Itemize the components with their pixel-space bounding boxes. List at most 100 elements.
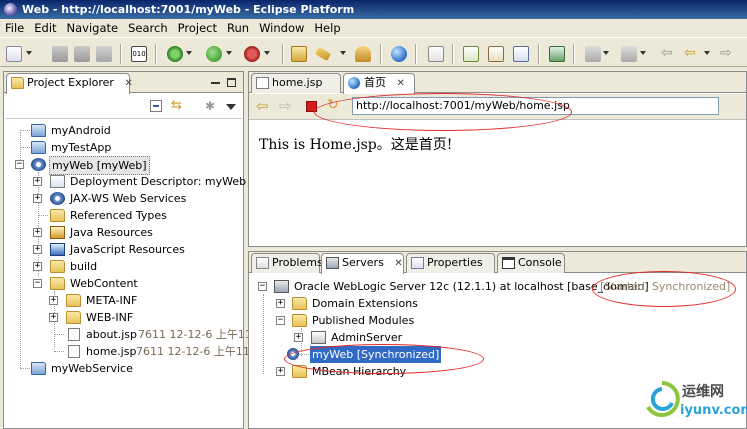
tab-home-jsp[interactable]: home.jsp (251, 73, 341, 93)
expand-toggle[interactable]: + (49, 296, 58, 305)
collapse-toggle[interactable]: − (33, 279, 42, 288)
menu-project[interactable]: Project (177, 21, 223, 35)
expand-toggle[interactable]: + (49, 313, 58, 322)
run-dropdown-icon[interactable] (226, 51, 232, 55)
new-package-icon[interactable] (488, 46, 504, 62)
tab-home-page-label: 首页 (364, 76, 386, 89)
tab-project-explorer[interactable]: Project Explorer ✕ (6, 73, 133, 94)
menu-search[interactable]: Search (127, 21, 174, 35)
expand-toggle[interactable]: + (33, 177, 42, 186)
main-toolbar: 010 ⇦ ⇦ ⇨ (0, 37, 747, 67)
java-resources-icon (50, 226, 65, 239)
filter-icon[interactable]: ✱ (205, 100, 217, 112)
watermark-text-url: iyunv.com (680, 403, 747, 418)
debug-icon[interactable] (167, 46, 183, 62)
module-icon (311, 331, 326, 344)
open-type-icon[interactable] (355, 46, 371, 62)
tab-problems-label: Problems (272, 256, 323, 269)
url-highlight-oval (314, 93, 572, 131)
properties-icon (411, 257, 424, 269)
tree-item-label: home.jsp (86, 345, 137, 358)
new-class-icon[interactable] (463, 46, 479, 62)
last-edit-icon[interactable]: ⇦ (661, 46, 677, 62)
tree-item-label: Java Resources (70, 226, 153, 239)
back-dropdown-icon[interactable] (704, 51, 710, 55)
new-dropdown-icon[interactable] (26, 51, 32, 55)
tab-home-page[interactable]: 首页 ✕ (343, 73, 415, 94)
page-content: This is Home.jsp。这是首页! (259, 137, 453, 153)
folder-icon (66, 294, 81, 307)
folder-open-icon (50, 277, 65, 290)
problems-icon (256, 257, 269, 269)
pencil-dropdown-icon[interactable] (340, 51, 346, 55)
external-tools-icon[interactable] (244, 46, 260, 62)
pencil-icon[interactable] (314, 47, 332, 61)
toolbar-separator (380, 44, 382, 64)
expand-toggle[interactable]: + (33, 262, 42, 271)
bottom-tabstrip: Problems Servers ✕ Properties Console (249, 252, 746, 274)
web-browser-icon[interactable] (391, 46, 407, 62)
tab-servers-label: Servers (342, 256, 384, 269)
previous-annotation-dropdown-icon[interactable] (640, 51, 646, 55)
tab-properties-label: Properties (427, 256, 483, 269)
open-folder-icon[interactable] (291, 46, 307, 62)
menu-file[interactable]: File (4, 21, 30, 35)
save-all-icon[interactable] (74, 46, 90, 62)
debug-dropdown-icon[interactable] (186, 51, 192, 55)
search-icon[interactable] (549, 46, 565, 62)
tab-servers[interactable]: Servers ✕ (321, 253, 404, 274)
expand-toggle[interactable]: + (276, 367, 285, 376)
new-icon[interactable] (6, 46, 22, 62)
tab-properties[interactable]: Properties (406, 253, 495, 273)
menu-run[interactable]: Run (226, 21, 255, 35)
web-services-icon (50, 192, 65, 205)
tree-item-label: META-INF (86, 294, 138, 307)
menu-window[interactable]: Window (258, 21, 310, 35)
back-icon[interactable]: ⇦ (684, 46, 700, 62)
close-icon[interactable]: ✕ (397, 75, 405, 93)
link-with-editor-icon[interactable]: ⇆ (171, 98, 187, 114)
web-project-icon (31, 158, 46, 171)
save-icon[interactable] (52, 46, 68, 62)
collapse-toggle[interactable]: − (15, 160, 24, 169)
expand-toggle[interactable]: + (33, 194, 42, 203)
back-arrow-icon[interactable]: ⇦ (256, 97, 269, 115)
collapse-toggle[interactable]: − (258, 282, 267, 291)
maximize-icon[interactable] (227, 78, 236, 87)
view-menu-chevron-down-icon[interactable] (226, 104, 236, 110)
collapse-toggle[interactable]: − (276, 316, 285, 325)
minimize-icon[interactable] (211, 82, 220, 84)
toolbar-separator (573, 44, 575, 64)
expand-toggle[interactable]: + (33, 228, 42, 237)
jsp-file-icon (256, 77, 269, 89)
next-annotation-dropdown-icon[interactable] (603, 51, 609, 55)
menu-help[interactable]: Help (313, 21, 346, 35)
folder-icon (292, 297, 307, 310)
close-icon[interactable]: ✕ (394, 255, 402, 273)
toolbar-separator (415, 44, 417, 64)
menu-edit[interactable]: Edit (33, 21, 62, 35)
close-icon[interactable]: ✕ (124, 75, 132, 93)
project-explorer-panel: Project Explorer ✕ ⇆ ✱ myAndroid myTestA… (3, 71, 252, 429)
run-icon[interactable] (206, 46, 222, 62)
tab-console[interactable]: Console (497, 253, 565, 273)
project-explorer-tabstrip: Project Explorer ✕ (4, 72, 243, 94)
toolbar-separator (452, 44, 454, 64)
javascript-resources-icon (50, 243, 65, 256)
expand-toggle[interactable]: + (33, 245, 42, 254)
external-tools-dropdown-icon[interactable] (264, 51, 270, 55)
forward-arrow-icon[interactable]: ⇨ (279, 97, 292, 115)
tab-problems[interactable]: Problems (251, 253, 323, 273)
print-icon[interactable] (96, 46, 112, 62)
new-server-icon[interactable] (428, 46, 444, 62)
folder-icon (50, 209, 65, 222)
new-web-icon[interactable] (513, 46, 529, 62)
menu-navigate[interactable]: Navigate (66, 21, 125, 35)
binary-icon[interactable]: 010 (131, 46, 147, 62)
previous-annotation-icon[interactable] (621, 46, 637, 62)
next-annotation-icon[interactable] (585, 46, 601, 62)
expand-toggle[interactable]: + (294, 333, 303, 342)
forward-icon[interactable]: ⇨ (720, 46, 736, 62)
collapse-all-icon[interactable] (150, 100, 162, 112)
expand-toggle[interactable]: + (276, 299, 285, 308)
